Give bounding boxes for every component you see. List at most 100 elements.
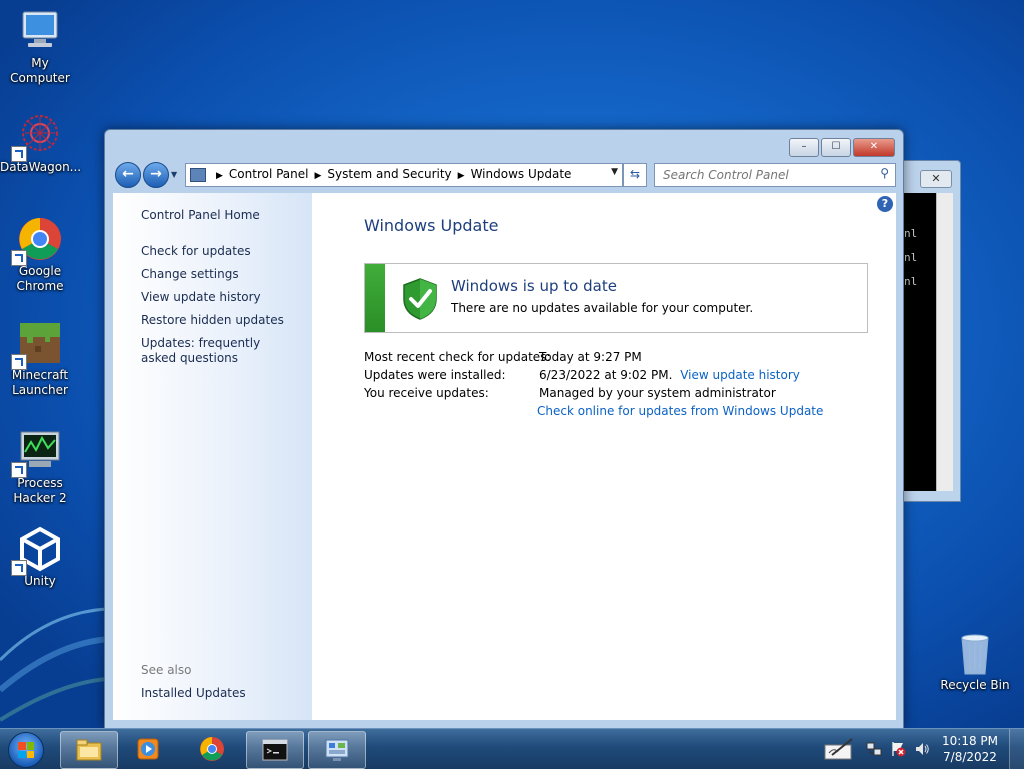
taskbar-explorer-button[interactable]: [60, 731, 118, 769]
windows-logo-icon: [18, 742, 34, 758]
recycle-bin-icon: [952, 630, 998, 676]
forward-button[interactable]: →: [143, 162, 169, 188]
status-title: Windows is up to date: [451, 277, 617, 295]
clock-date: 7/8/2022: [943, 750, 997, 764]
status-color-bar: [365, 264, 385, 332]
shortcut-arrow-icon: [11, 462, 27, 478]
chevron-right-icon[interactable]: ▶: [216, 171, 223, 181]
installed-value-row: 6/23/2022 at 9:02 PM. View update histor…: [539, 368, 800, 382]
refresh-button[interactable]: ⇆: [623, 163, 647, 187]
cmd-line: nl: [904, 227, 918, 240]
address-bar[interactable]: ▶ Control Panel ▶ System and Security ▶ Windo…: [185, 163, 623, 187]
restore-hidden-updates-link[interactable]: Restore hidden updates: [141, 313, 284, 328]
chevron-right-icon[interactable]: ▶: [315, 171, 322, 181]
breadcrumb-windows-update[interactable]: Windows Update: [471, 167, 572, 181]
recent-check-label: Most recent check for updates:: [364, 350, 551, 364]
process-hacker-icon: [11, 428, 63, 478]
search-input[interactable]: [661, 165, 870, 185]
cmd-line: nl: [904, 275, 918, 288]
taskbar-cmd-button[interactable]: [246, 731, 304, 769]
search-icon[interactable]: ⚲: [880, 166, 889, 180]
check-online-link[interactable]: Check online for updates from Windows Up…: [537, 404, 823, 418]
cmd-icon: [262, 739, 288, 761]
control-panel-icon: [325, 739, 349, 761]
desktop-icon-unity[interactable]: Unity: [0, 526, 80, 589]
shield-check-icon: [403, 278, 437, 320]
installed-label: Updates were installed:: [364, 368, 506, 382]
taskbar-media-player-button[interactable]: [120, 731, 176, 767]
desktop-icon-label: My Computer: [10, 56, 70, 85]
start-button[interactable]: [8, 732, 44, 768]
desktop-icon-recycle-bin[interactable]: Recycle Bin: [935, 630, 1015, 693]
taskbar-chrome-button[interactable]: [184, 731, 240, 767]
control-panel-icon: [190, 168, 206, 182]
chevron-right-icon[interactable]: ▶: [458, 171, 465, 181]
breadcrumb-control-panel[interactable]: Control Panel: [229, 167, 309, 181]
breadcrumb-system-and-security[interactable]: System and Security: [327, 167, 451, 181]
installed-updates-link[interactable]: Installed Updates: [141, 686, 246, 701]
page-title: Windows Update: [364, 216, 499, 235]
volume-icon[interactable]: [914, 741, 930, 757]
clock-time: 10:18 PM: [942, 734, 998, 748]
receive-updates-label: You receive updates:: [364, 386, 489, 400]
cmd-window[interactable]: ✕ nl nl nl: [895, 160, 961, 502]
address-dropdown-icon[interactable]: ▼: [611, 167, 618, 177]
network-icon[interactable]: [866, 741, 882, 757]
recent-pages-dropdown-icon[interactable]: ▼: [171, 170, 177, 179]
main-content: ? Windows Update Windows is up to date T…: [364, 193, 896, 720]
close-button[interactable]: ✕: [853, 138, 895, 157]
caption-buttons: – ☐ ✕: [787, 138, 895, 157]
taskbar-control-panel-button[interactable]: [308, 731, 366, 769]
window-client-area: Control Panel Home Check for updates Cha…: [113, 193, 896, 720]
status-subtitle: There are no updates available for your …: [451, 301, 754, 315]
maximize-button[interactable]: ☐: [821, 138, 851, 157]
cmd-console[interactable]: nl nl nl: [904, 193, 936, 491]
updates-faq-link[interactable]: Updates: frequently asked questions: [141, 336, 291, 366]
action-center-pen-icon[interactable]: [824, 737, 856, 761]
update-status-panel: Windows is up to date There are no updat…: [364, 263, 868, 333]
cmd-line: nl: [904, 251, 918, 264]
cmd-close-button[interactable]: ✕: [920, 170, 952, 188]
control-panel-home-link[interactable]: Control Panel Home: [141, 208, 260, 223]
cmd-scrollbar[interactable]: [936, 193, 953, 491]
system-tray: 10:18 PM 7/8/2022: [814, 729, 1024, 769]
show-desktop-button[interactable]: [1009, 729, 1024, 769]
explorer-icon: [76, 739, 102, 761]
desktop-icon-label: Unity: [24, 574, 56, 588]
clock[interactable]: 10:18 PM 7/8/2022: [942, 733, 998, 765]
back-button[interactable]: ←: [115, 162, 141, 188]
shortcut-arrow-icon: [11, 354, 27, 370]
see-also-heading: See also: [141, 663, 192, 677]
desktop-icon-my-computer[interactable]: My Computer: [0, 8, 80, 86]
datawagon-icon: [11, 112, 63, 162]
action-center-flag-icon[interactable]: [890, 741, 906, 757]
desktop-icon-label: Google Chrome: [16, 264, 64, 293]
search-box[interactable]: ⚲: [654, 163, 896, 187]
unity-icon: [11, 526, 63, 576]
taskbar: 10:18 PM 7/8/2022: [0, 728, 1024, 769]
desktop-icon-datawagon[interactable]: DataWagon...: [0, 112, 82, 175]
help-icon[interactable]: ?: [877, 196, 893, 212]
check-for-updates-link[interactable]: Check for updates: [141, 244, 251, 259]
breadcrumb: ▶ Control Panel ▶ System and Security ▶ Windo…: [210, 167, 571, 181]
change-settings-link[interactable]: Change settings: [141, 267, 239, 282]
view-update-history-link[interactable]: View update history: [141, 290, 261, 305]
chrome-icon: [11, 216, 63, 266]
desktop-icon-label: Recycle Bin: [940, 678, 1010, 692]
shortcut-arrow-icon: [11, 146, 27, 162]
task-pane: Control Panel Home Check for updates Cha…: [113, 193, 312, 720]
shortcut-arrow-icon: [11, 560, 27, 576]
chrome-icon: [200, 737, 224, 761]
desktop-icon-google-chrome[interactable]: Google Chrome: [0, 216, 80, 294]
recent-check-value: Today at 9:27 PM: [539, 350, 642, 364]
desktop-icon-label: DataWagon...: [0, 160, 82, 174]
windows-update-window[interactable]: – ☐ ✕ ← → ▼ ▶ Control Panel ▶ System and Se…: [104, 129, 904, 729]
shortcut-arrow-icon: [11, 250, 27, 266]
view-update-history-inline-link[interactable]: View update history: [680, 368, 800, 382]
desktop-icon-label: Minecraft Launcher: [11, 368, 69, 397]
navigation-bar: ← → ▼ ▶ Control Panel ▶ System and Security…: [113, 160, 897, 190]
desktop-icon-process-hacker[interactable]: Process Hacker 2: [0, 428, 80, 506]
minimize-button[interactable]: –: [789, 138, 819, 157]
installed-value: 6/23/2022 at 9:02 PM.: [539, 368, 673, 382]
desktop-icon-minecraft-launcher[interactable]: Minecraft Launcher: [0, 320, 80, 398]
